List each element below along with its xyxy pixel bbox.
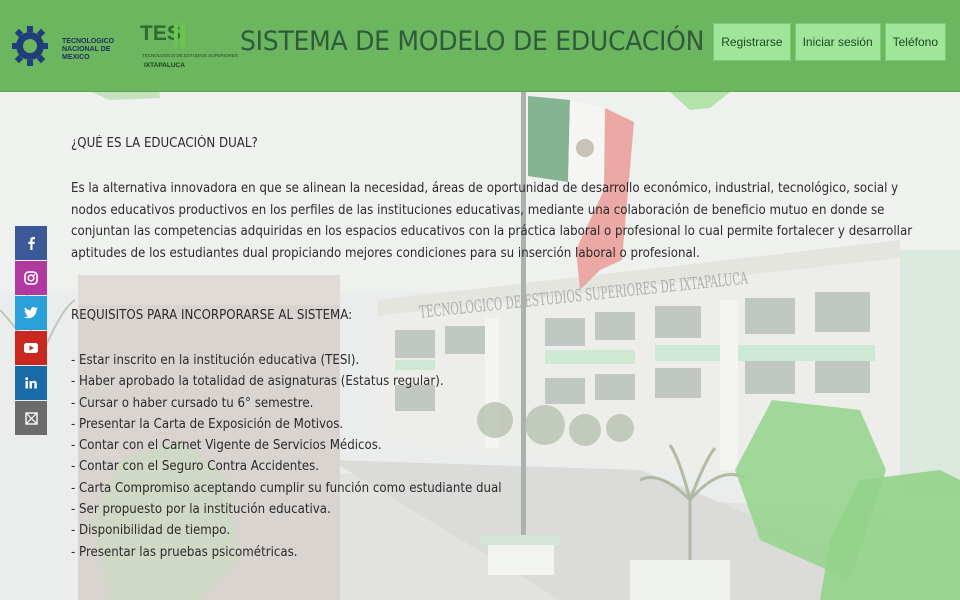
requirements-list: - Estar inscrito en la institución educa… [71,350,671,563]
requirements-title: REQUISITOS PARA INCORPORARSE AL SISTEMA: [71,308,353,323]
header-nav: Registrarse Iniciar sesión Teléfono [713,23,946,61]
tecnm-logo-text: TECNOLOGICO NACIONAL DE MEXICO [62,38,132,62]
dual-education-description: Es la alternativa innovadora en que se a… [71,181,913,261]
tesi-pillars-icon [174,23,185,47]
list-item: - Ser propuesto por la institución educa… [71,502,331,518]
list-item: - Contar con el Carnet Vigente de Servic… [71,438,382,454]
site-header: TECNOLOGICO NACIONAL DE MEXICO TES TECNO… [0,0,960,92]
instagram-icon[interactable] [15,261,47,295]
list-item: - Estar inscrito en la institución educa… [71,353,360,368]
twitter-icon[interactable] [15,296,47,330]
tesi-logo-subtitle: TECNOLOGICO DE ESTUDIOS SUPERIORES [142,53,238,58]
youtube-icon[interactable] [15,331,47,365]
list-item: - Cursar o haber cursado tu 6° semestre. [71,395,314,411]
tesi-logo[interactable]: TES TECNOLOGICO DE ESTUDIOS SUPERIORES I… [140,22,238,74]
list-item: - Haber aprobado la totalidad de asignat… [71,374,444,390]
register-button[interactable]: Registrarse [713,23,791,61]
tesi-logo-city: IXTAPALUCA [144,62,185,69]
tecnm-logo-line2: NACIONAL DE MEXICO [62,46,111,61]
phone-button[interactable]: Teléfono [884,23,946,61]
list-item: - Disponibilidad de tiempo. [71,523,231,539]
list-item: - Contar con el Seguro Contra Accidentes… [71,459,320,475]
list-item: - Presentar las pruebas psicométricas. [71,544,298,560]
tecnm-gear-icon [12,26,48,66]
mail-icon[interactable] [15,401,47,435]
linkedin-icon[interactable] [15,366,47,400]
facebook-icon[interactable] [15,226,47,260]
list-item: - Presentar la Carta de Exposición de Mo… [71,416,344,432]
login-button[interactable]: Iniciar sesión [794,23,881,61]
tecnm-logo[interactable]: TECNOLOGICO NACIONAL DE MEXICO [12,20,132,72]
tecnm-logo-line1: TECNOLOGICO [62,38,115,45]
dual-education-question: ¿QUÉ ES LA EDUCACIÓN DUAL? [71,136,258,151]
social-sidebar [15,226,47,436]
list-item: - Carta Compromiso aceptando cumplir su … [71,480,502,496]
site-title: SISTEMA DE MODELO DE EDUCACIÓN DUAL [240,26,780,57]
